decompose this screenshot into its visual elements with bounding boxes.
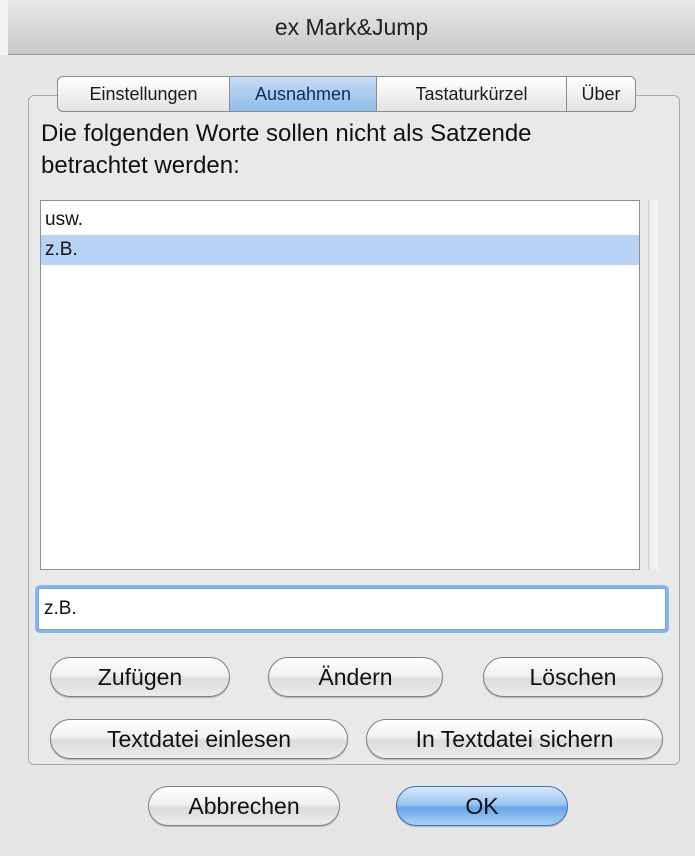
list-item-selected[interactable]: z.B. bbox=[41, 235, 639, 265]
title-bar-corner bbox=[0, 0, 8, 55]
tab-tastaturkuerzel[interactable]: Tastaturkürzel bbox=[377, 76, 567, 112]
exceptions-list[interactable]: usw. z.B. bbox=[40, 200, 640, 570]
add-button[interactable]: Zufügen bbox=[50, 657, 230, 697]
list-scrollbar[interactable] bbox=[648, 200, 658, 570]
tab-bar: Einstellungen Ausnahmen Tastaturkürzel Ü… bbox=[57, 76, 636, 112]
export-textfile-button[interactable]: In Textdatei sichern bbox=[366, 719, 663, 759]
title-bar: ex Mark&Jump bbox=[0, 0, 695, 55]
list-item[interactable]: usw. bbox=[41, 205, 639, 235]
tab-einstellungen[interactable]: Einstellungen bbox=[57, 76, 230, 112]
window-title: ex Mark&Jump bbox=[274, 14, 429, 40]
import-textfile-button[interactable]: Textdatei einlesen bbox=[50, 719, 348, 759]
tab-ueber[interactable]: Über bbox=[567, 76, 636, 112]
exception-word-input[interactable]: z.B. bbox=[38, 588, 666, 630]
ok-button[interactable]: OK bbox=[396, 786, 568, 826]
cancel-button[interactable]: Abbrechen bbox=[148, 786, 340, 826]
delete-button[interactable]: Löschen bbox=[483, 657, 663, 697]
exceptions-description: Die folgenden Worte sollen nicht als Sat… bbox=[41, 120, 532, 179]
change-button[interactable]: Ändern bbox=[268, 657, 443, 697]
tab-ausnahmen[interactable]: Ausnahmen bbox=[230, 76, 377, 112]
